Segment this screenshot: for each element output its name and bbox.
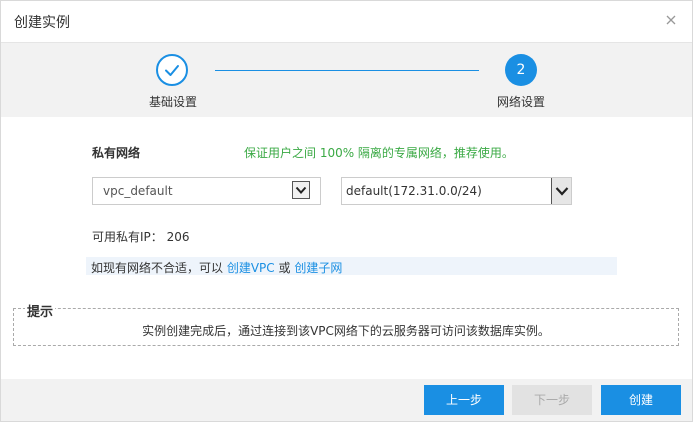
- private-network-label: 私有网络: [92, 146, 141, 160]
- dialog-header: 创建实例: [1, 1, 692, 43]
- previous-step-button[interactable]: 上一步: [424, 385, 504, 415]
- network-hint-bar: 如现有网络不合适，可以 创建VPC 或 创建子网: [86, 257, 617, 275]
- step-2-label: 网络设置: [497, 95, 546, 109]
- step-indicator: 2 基础设置 网络设置: [1, 43, 692, 117]
- hint-text: 如现有网络不合适，可以: [91, 261, 224, 275]
- notice-box: 实例创建完成后，通过连接到该VPC网络下的云服务器可访问该数据库实例。: [13, 308, 679, 346]
- create-instance-dialog: 创建实例 2 基础设置 网络设置 私有网络 保证用户之间 100% 隔离的专属网…: [0, 0, 693, 422]
- hint-or-text: 或: [278, 261, 291, 275]
- create-button[interactable]: 创建: [601, 385, 681, 415]
- close-icon[interactable]: [664, 13, 678, 27]
- chevron-down-icon[interactable]: [292, 181, 310, 199]
- dialog-footer: 上一步 下一步 创建: [1, 379, 692, 421]
- notice-text: 实例创建完成后，通过连接到该VPC网络下的云服务器可访问该数据库实例。: [142, 324, 550, 338]
- step-1-done-icon: [156, 54, 188, 86]
- step-connector: [215, 70, 479, 71]
- available-ip-count: 206: [166, 230, 190, 244]
- step-2-number: 2: [505, 54, 537, 86]
- vpc-select-value: vpc_default: [103, 184, 173, 198]
- notice-title: 提示: [25, 301, 56, 320]
- available-ip-label: 可用私有IP：: [92, 230, 163, 244]
- create-vpc-link[interactable]: 创建VPC: [227, 261, 275, 275]
- vpc-select[interactable]: vpc_default: [92, 177, 321, 205]
- step-1-label: 基础设置: [149, 95, 198, 109]
- subnet-select[interactable]: default(172.31.0.0/24): [341, 177, 572, 205]
- chevron-down-icon[interactable]: [551, 178, 571, 204]
- subnet-select-value: default(172.31.0.0/24): [346, 184, 482, 198]
- next-step-button[interactable]: 下一步: [512, 385, 592, 415]
- dialog-title: 创建实例: [14, 15, 70, 31]
- network-recommend-tip: 保证用户之间 100% 隔离的专属网络，推荐使用。: [244, 146, 514, 160]
- create-subnet-link[interactable]: 创建子网: [294, 261, 342, 275]
- available-ip-row: 可用私有IP： 206: [92, 228, 190, 245]
